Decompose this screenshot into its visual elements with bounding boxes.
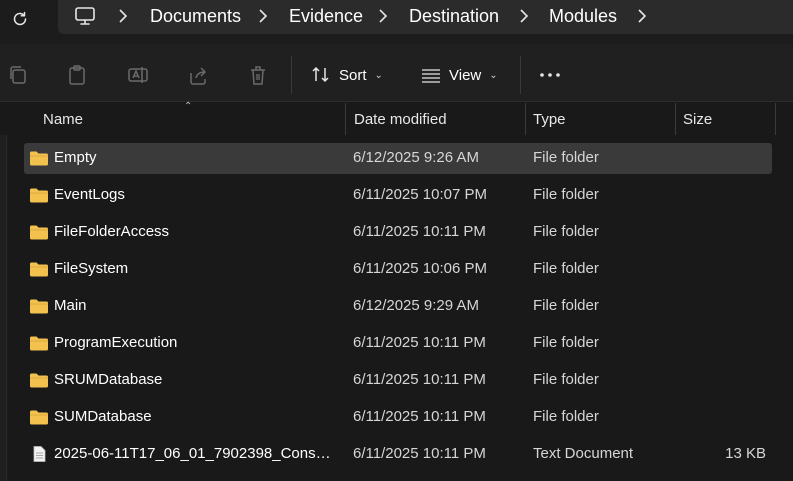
column-header-name[interactable]: Name: [43, 111, 83, 128]
file-name: FileFolderAccess: [54, 223, 170, 240]
file-date-modified: 6/11/2025 10:11 PM: [353, 334, 486, 351]
file-row[interactable]: Main 6/12/2025 9:29 AM File folder: [24, 291, 772, 328]
file-row[interactable]: FileSystem 6/11/2025 10:06 PM File folder: [24, 254, 772, 291]
file-date-modified: 6/11/2025 10:11 PM: [353, 445, 486, 462]
file-name: EventLogs: [54, 186, 125, 203]
column-header-date[interactable]: Date modified: [354, 111, 447, 128]
share-icon[interactable]: [187, 64, 209, 86]
file-date-modified: 6/11/2025 10:06 PM: [353, 260, 487, 277]
file-name: Main: [54, 297, 87, 314]
breadcrumb[interactable]: Documents Evidence Destination Modules: [58, 0, 793, 34]
chevron-down-icon: ⌄: [374, 69, 383, 81]
file-row[interactable]: 2025-06-11T17_06_01_7902398_ConsoleL... 6…: [24, 439, 772, 476]
column-divider[interactable]: [345, 103, 346, 135]
chevron-right-icon[interactable]: [378, 9, 388, 23]
file-date-modified: 6/11/2025 10:07 PM: [353, 186, 487, 203]
file-name: SRUMDatabase: [54, 371, 163, 388]
folder-icon: [30, 188, 48, 203]
delete-icon[interactable]: [247, 64, 269, 86]
breadcrumb-item-modules[interactable]: Modules: [549, 5, 617, 27]
command-bar: Sort ⌄ View ⌄: [0, 44, 793, 102]
file-type: File folder: [533, 334, 599, 351]
chevron-right-icon[interactable]: [258, 9, 268, 23]
navigation-pane-edge: [0, 103, 7, 481]
folder-icon: [30, 225, 48, 240]
column-divider[interactable]: [525, 103, 526, 135]
folder-icon: [30, 151, 48, 166]
file-row[interactable]: SUMDatabase 6/11/2025 10:11 PM File folder: [24, 402, 772, 439]
file-type: File folder: [533, 186, 599, 203]
sort-icon: [312, 66, 329, 83]
folder-icon: [30, 299, 48, 314]
sort-button[interactable]: Sort ⌄: [311, 61, 383, 89]
chevron-right-icon[interactable]: [637, 9, 647, 23]
chevron-down-icon: ⌄: [489, 69, 498, 81]
file-date-modified: 6/12/2025 9:29 AM: [353, 297, 479, 314]
chevron-right-icon[interactable]: [519, 9, 529, 23]
copy-icon[interactable]: [7, 64, 29, 86]
column-header-type[interactable]: Type: [533, 111, 566, 128]
view-label: View: [449, 66, 482, 84]
file-date-modified: 6/11/2025 10:11 PM: [353, 371, 486, 388]
file-name: ProgramExecution: [54, 334, 178, 351]
file-row[interactable]: ProgramExecution 6/11/2025 10:11 PM File f…: [24, 328, 772, 365]
column-header-row: ⌃ Name Date modified Type Size: [0, 101, 793, 135]
sort-label: Sort: [339, 66, 367, 84]
file-row[interactable]: Empty 6/12/2025 9:26 AM File folder: [24, 143, 772, 174]
file-name: 2025-06-11T17_06_01_7902398_ConsoleL...: [54, 445, 338, 462]
file-size: 13 KB: [725, 445, 766, 462]
divider: [520, 56, 521, 94]
file-type: File folder: [533, 297, 599, 314]
folder-icon: [30, 410, 48, 425]
breadcrumb-item-evidence[interactable]: Evidence: [289, 5, 363, 27]
file-type: File folder: [533, 149, 599, 166]
text-document-icon: [33, 446, 46, 462]
file-type: File folder: [533, 371, 599, 388]
breadcrumb-item-destination[interactable]: Destination: [409, 5, 499, 27]
file-date-modified: 6/12/2025 9:26 AM: [353, 149, 479, 166]
file-date-modified: 6/11/2025 10:11 PM: [353, 223, 486, 240]
refresh-button[interactable]: [6, 5, 34, 33]
file-type: File folder: [533, 260, 599, 277]
address-bar: Documents Evidence Destination Modules: [0, 0, 793, 44]
file-list: Empty 6/12/2025 9:26 AM File folder EventL…: [24, 143, 772, 476]
file-row[interactable]: SRUMDatabase 6/11/2025 10:11 PM File folde…: [24, 365, 772, 402]
file-type: Text Document: [533, 445, 634, 462]
column-header-size[interactable]: Size: [683, 111, 712, 128]
paste-icon[interactable]: [66, 64, 88, 86]
view-list-icon: [422, 69, 440, 83]
column-divider[interactable]: [775, 103, 776, 135]
file-name: SUMDatabase: [54, 408, 152, 425]
more-options-icon[interactable]: [539, 64, 561, 86]
this-pc-icon[interactable]: [74, 5, 96, 27]
refresh-icon: [13, 11, 27, 26]
chevron-right-icon[interactable]: [118, 9, 128, 23]
column-divider[interactable]: [675, 103, 676, 135]
file-date-modified: 6/11/2025 10:11 PM: [353, 408, 486, 425]
file-row[interactable]: FileFolderAccess 6/11/2025 10:11 PM File f…: [24, 217, 772, 254]
breadcrumb-item-documents[interactable]: Documents: [150, 5, 241, 27]
file-row[interactable]: EventLogs 6/11/2025 10:07 PM File folder: [24, 180, 772, 217]
folder-icon: [30, 336, 48, 351]
folder-icon: [30, 262, 48, 277]
folder-icon: [30, 373, 48, 388]
divider: [291, 56, 292, 94]
rename-icon[interactable]: [127, 64, 149, 86]
file-type: File folder: [533, 223, 599, 240]
file-name: Empty: [54, 149, 97, 166]
file-type: File folder: [533, 408, 599, 425]
view-button[interactable]: View ⌄: [421, 61, 498, 89]
sort-ascending-icon: ⌃: [184, 101, 193, 112]
file-name: FileSystem: [54, 260, 129, 277]
